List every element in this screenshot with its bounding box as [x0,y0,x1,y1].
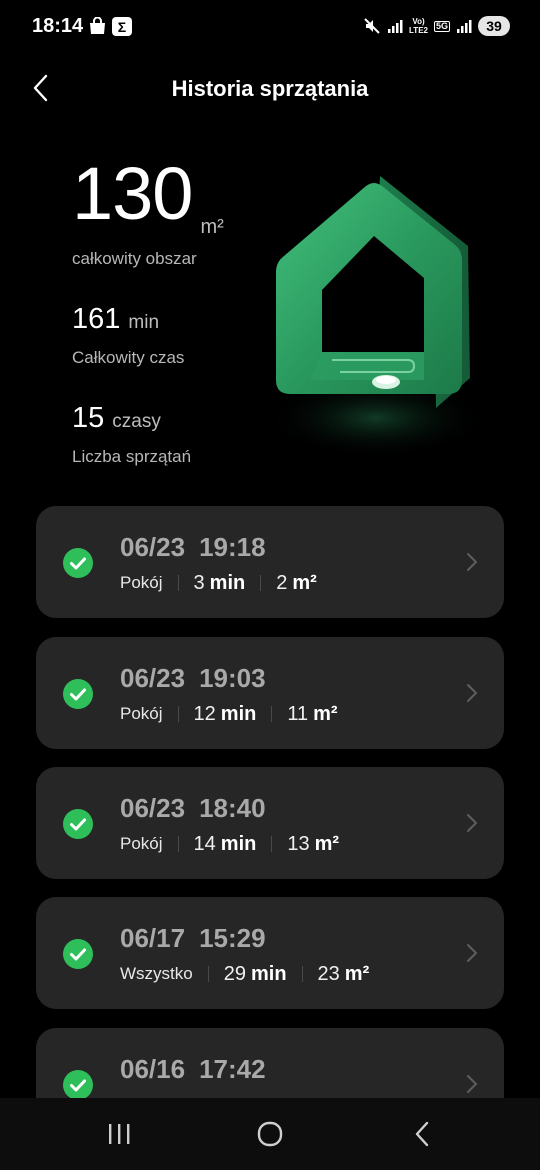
total-time-value: 161 [72,303,121,335]
history-record-card[interactable]: 06/23 19:03 Pokój 12 min 11 m² [36,637,504,749]
mute-icon [364,18,380,34]
history-record-card[interactable]: 06/23 19:18 Pokój 3 min 2 m² [36,506,504,618]
divider [271,706,273,722]
record-datetime: 06/23 18:40 [120,793,266,824]
divider [177,836,179,852]
system-back-button[interactable] [402,1118,442,1150]
page-title: Historia sprzątania [171,76,369,101]
history-record-card[interactable]: 06/23 18:40 Pokój 14 min 13 m² [36,767,504,879]
record-datetime: 06/23 19:18 [120,532,266,563]
record-duration-unit: min [220,702,257,725]
record-duration: 29 [223,962,246,985]
system-nav-bar [0,1098,540,1170]
cleaning-history-screen: 18:14 Σ Vo) LTE2 5G 39 Historia sprzątan… [0,0,540,1170]
record-duration: 14 [193,832,216,855]
home-button[interactable] [250,1118,290,1150]
record-date: 06/23 [120,793,186,823]
record-date: 06/23 [120,663,186,693]
total-area-unit: m² [200,216,224,238]
record-duration-unit: min [250,962,287,985]
record-mode: Pokój [120,704,163,723]
check-circle-icon [63,809,93,839]
record-time: 19:18 [199,532,266,562]
check-circle-icon [63,1070,93,1100]
divider [177,575,179,591]
volte-label: Vo) LTE2 [409,17,428,35]
signal-icon [388,20,403,33]
divider [207,966,209,982]
chevron-right-icon [467,944,478,962]
record-meta: Wszystko 29 min 23 m² [120,961,369,987]
check-circle-icon [63,679,93,709]
divider [177,706,179,722]
record-area-unit: m² [344,962,370,985]
sigma-app-icon: Σ [112,17,132,36]
clean-count-value: 15 [72,402,105,434]
home-icon [257,1121,283,1147]
total-time-unit: min [128,312,160,333]
status-time: 18:14 [32,15,84,37]
record-mode: Wszystko [120,964,193,983]
status-bar: 18:14 Σ Vo) LTE2 5G 39 [0,0,540,56]
record-area: 23 [317,962,340,985]
record-date: 06/17 [120,923,186,953]
chevron-right-icon [467,553,478,571]
recent-apps-icon [109,1124,130,1144]
divider [301,966,303,982]
history-record-card[interactable]: 06/17 15:29 Wszystko 29 min 23 m² [36,897,504,1009]
status-right-icons: Vo) LTE2 5G 39 [363,16,510,36]
check-circle-icon [63,548,93,578]
record-datetime: 06/16 17:42 [120,1054,266,1085]
chevron-right-icon [467,684,478,702]
header: Historia sprzątania [0,62,540,116]
record-date: 06/16 [120,1054,186,1084]
record-area: 11 [287,702,309,725]
chevron-right-icon [467,1075,478,1093]
divider [260,575,262,591]
record-duration-unit: min [209,571,246,594]
record-area-unit: m² [292,571,317,594]
record-meta: Pokój 14 min 13 m² [120,831,339,857]
record-date: 06/23 [120,532,186,562]
check-circle-icon [63,939,93,969]
record-duration: 12 [193,702,216,725]
record-datetime: 06/17 15:29 [120,923,266,954]
record-duration-unit: min [220,832,257,855]
status-app-icons: Σ [89,17,132,36]
record-mode: Pokój [120,834,163,853]
record-time: 15:29 [199,923,266,953]
chevron-right-icon [467,814,478,832]
record-area: 2 [276,571,288,594]
house-illustration [266,176,486,458]
record-datetime: 06/23 19:03 [120,663,266,694]
shopping-bag-icon [90,17,105,34]
fiveg-label: 5G [433,20,450,32]
record-time: 18:40 [199,793,266,823]
record-meta: Pokój 3 min 2 m² [120,570,317,596]
back-arrow-icon [415,1121,429,1147]
record-mode: Pokój [120,573,163,592]
record-area-unit: m² [314,832,340,855]
record-duration: 3 [193,571,205,594]
battery-indicator: 39 [478,16,510,36]
signal-icon-2 [457,20,472,33]
record-time: 17:42 [199,1054,266,1084]
total-area-value: 130 [72,152,193,235]
record-area: 13 [287,832,310,855]
record-area-unit: m² [313,702,338,725]
divider [271,836,273,852]
clean-count-unit: czasy [112,411,161,432]
record-meta: Pokój 12 min 11 m² [120,701,338,727]
record-time: 19:03 [199,663,266,693]
recent-apps-button[interactable] [99,1118,139,1150]
